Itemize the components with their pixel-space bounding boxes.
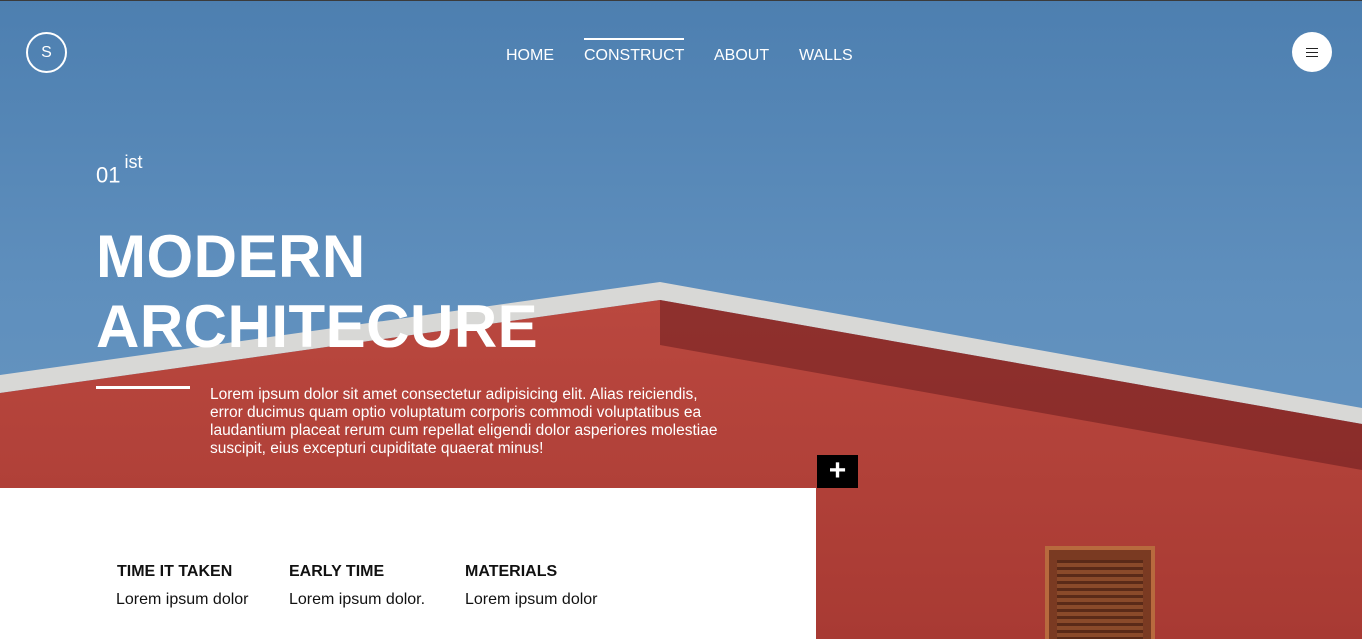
nav-item-construct[interactable]: CONSTRUCT xyxy=(584,47,684,65)
plus-icon: + xyxy=(828,454,847,487)
building-window xyxy=(1045,546,1155,639)
menu-button[interactable] xyxy=(1292,32,1332,72)
slide-index: 01ist xyxy=(96,152,142,188)
info-title: EARLY TIME xyxy=(289,563,385,580)
plus-button[interactable]: + xyxy=(817,455,858,488)
info-panel: TIME IT TAKEN Lorem ipsum dolor EARLY TI… xyxy=(0,488,816,639)
info-column-time-taken: TIME IT TAKEN Lorem ipsum dolor xyxy=(116,563,249,609)
hero-headline: MODERN ARCHITECURE xyxy=(96,222,538,362)
main-nav: HOME CONSTRUCT ABOUT WALLS xyxy=(0,0,1362,80)
hamburger-icon xyxy=(1306,47,1318,57)
headline-line-1: MODERN xyxy=(96,223,366,290)
hero-description: Lorem ipsum dolor sit amet consectetur a… xyxy=(210,386,718,457)
slide-index-number: 01 xyxy=(96,162,121,188)
nav-item-home[interactable]: HOME xyxy=(506,47,554,65)
info-text: Lorem ipsum dolor xyxy=(465,591,598,608)
info-column-materials: MATERIALS Lorem ipsum dolor xyxy=(465,563,598,609)
nav-item-walls[interactable]: WALLS xyxy=(799,47,853,65)
info-text: Lorem ipsum dolor. xyxy=(289,591,426,608)
headline-line-2: ARCHITECURE xyxy=(96,293,539,360)
hero-divider xyxy=(96,386,190,389)
window-slats xyxy=(1057,560,1143,639)
info-text: Lorem ipsum dolor xyxy=(116,591,249,608)
info-column-early-time: EARLY TIME Lorem ipsum dolor. xyxy=(289,563,425,609)
nav-item-about[interactable]: ABOUT xyxy=(714,47,769,65)
nav-active-indicator xyxy=(584,38,684,40)
info-title: TIME IT TAKEN xyxy=(117,563,233,580)
slide-index-suffix: ist xyxy=(124,152,143,172)
info-title: MATERIALS xyxy=(465,563,558,580)
